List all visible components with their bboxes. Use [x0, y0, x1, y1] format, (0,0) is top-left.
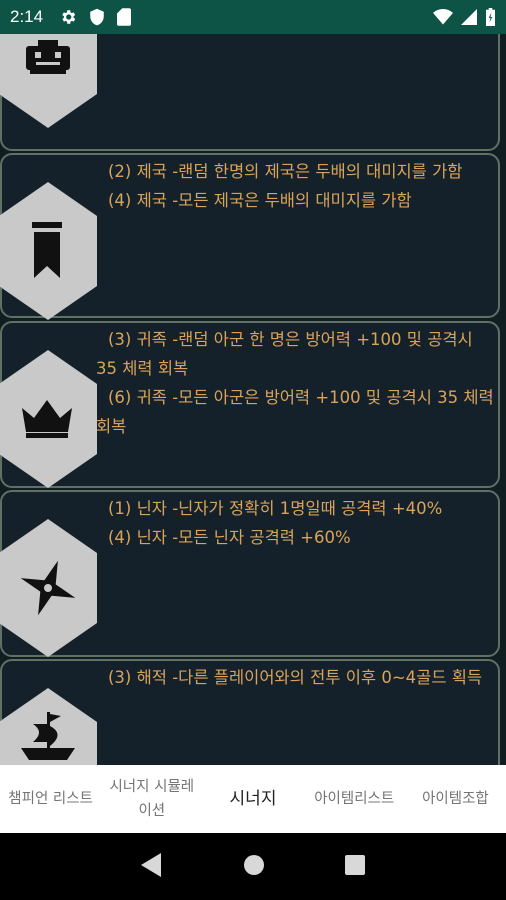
- sd-card-icon: [117, 8, 132, 26]
- battery-icon: [485, 8, 496, 26]
- bottom-navigation: 챔피언 리스트 시너지 시뮬레이션 시너지 아이템리스트 아이템조합: [0, 765, 506, 833]
- synergy-list[interactable]: (2) 제국 -랜덤 한명의 제국은 두배의 대미지를 가함 (4) 제국 -모…: [0, 34, 506, 765]
- synergy-line: (4) 닌자 -모든 닌자 공격력 +60%: [108, 528, 351, 547]
- home-icon[interactable]: [243, 854, 265, 880]
- synergy-line: (1) 닌자 -닌자가 정확히 1명일때 공격력 +40%: [108, 499, 443, 518]
- shield-icon: [89, 8, 105, 26]
- synergy-card-nobility[interactable]: (3) 귀족 -랜덤 아군 한 명은 방어력 +100 및 공격시 35 체력 …: [0, 321, 500, 488]
- status-bar: 2:14: [0, 0, 506, 34]
- recents-icon[interactable]: [345, 854, 365, 879]
- synergy-line: (4) 제국 -모든 제국은 두배의 대미지를 가함: [108, 191, 412, 210]
- system-navigation-bar: [0, 833, 506, 900]
- wifi-icon: [433, 9, 453, 25]
- synergy-line: (2) 제국 -랜덤 한명의 제국은 두배의 대미지를 가함: [108, 162, 463, 181]
- settings-gear-icon: [59, 8, 77, 26]
- synergy-line: (3) 귀족 -랜덤 아군 한 명은 방어력 +100 및 공격시 35 체력 …: [96, 330, 473, 378]
- tab-champion-list[interactable]: 챔피언 리스트: [0, 765, 101, 833]
- tab-item-list[interactable]: 아이템리스트: [304, 765, 405, 833]
- tab-item-combination[interactable]: 아이템조합: [405, 765, 506, 833]
- tab-synergy-simulation[interactable]: 시너지 시뮬레이션: [101, 765, 202, 833]
- synergy-card-pirate[interactable]: (3) 해적 -다른 플레이어와의 전투 이후 0~4골드 획득: [0, 659, 500, 765]
- synergy-card-robot[interactable]: [0, 34, 500, 151]
- synergy-card-ninja[interactable]: (1) 닌자 -닌자가 정확히 1명일때 공격력 +40% (4) 닌자 -모든…: [0, 490, 500, 657]
- signal-icon: [461, 9, 477, 25]
- synergy-line: (3) 해적 -다른 플레이어와의 전투 이후 0~4골드 획득: [108, 668, 483, 687]
- back-icon[interactable]: [141, 852, 163, 881]
- synergy-line: (6) 귀족 -모든 아군은 방어력 +100 및 공격시 35 체력 회복: [96, 388, 494, 436]
- status-time: 2:14: [10, 7, 44, 26]
- synergy-card-empire[interactable]: (2) 제국 -랜덤 한명의 제국은 두배의 대미지를 가함 (4) 제국 -모…: [0, 153, 500, 320]
- tab-synergy[interactable]: 시너지: [202, 765, 303, 833]
